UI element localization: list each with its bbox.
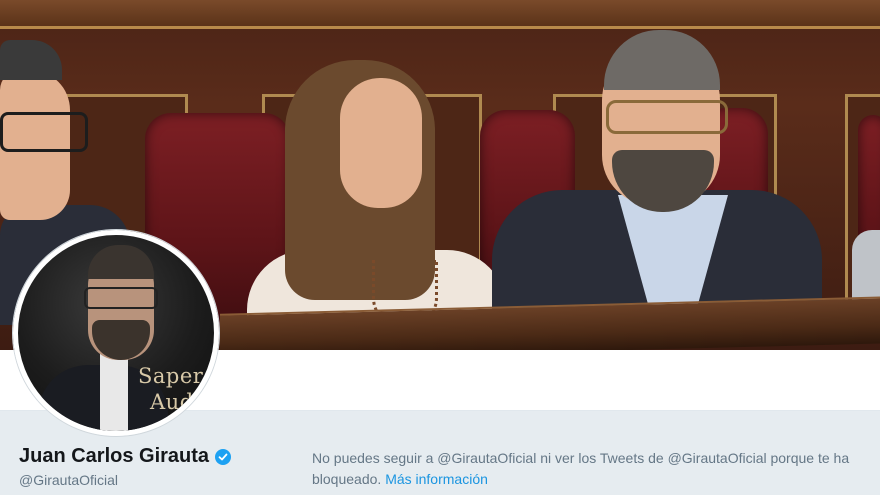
verified-badge-icon: [215, 448, 232, 465]
avatar-caption-line: Sapere: [138, 364, 217, 388]
blocked-notice: No puedes seguir a @GirautaOficial ni ve…: [312, 448, 862, 490]
avatar-caption-line: Aud: [150, 390, 194, 414]
more-info-link[interactable]: Más información: [385, 471, 488, 487]
profile-name-text[interactable]: Juan Carlos Girauta: [19, 445, 209, 468]
profile-avatar[interactable]: Sapere Aud: [13, 230, 219, 436]
banner-wood-molding: [0, 0, 880, 29]
profile-name[interactable]: Juan Carlos Girauta: [19, 445, 232, 468]
avatar-caption: Sapere Aud: [138, 363, 217, 415]
profile-handle[interactable]: @GirautaOficial: [19, 472, 118, 488]
